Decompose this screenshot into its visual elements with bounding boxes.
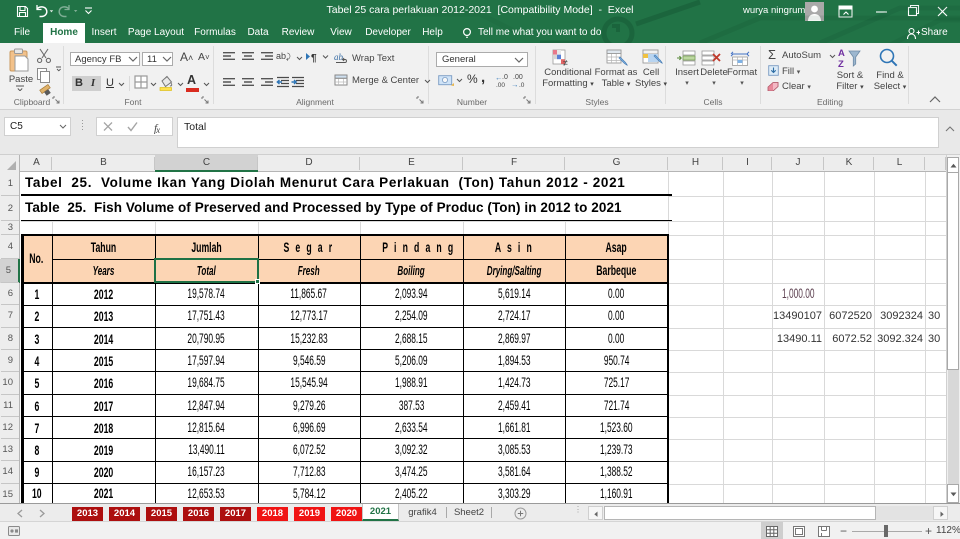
svg-text:ab: ab: [334, 52, 344, 62]
svg-text:.0: .0: [502, 74, 508, 81]
svg-text:≠: ≠: [563, 58, 568, 67]
svg-text:→: →: [511, 80, 519, 88]
svg-text:fx: fx: [154, 123, 160, 135]
svg-text:¶: ¶: [311, 53, 317, 63]
svg-text:.00: .00: [496, 82, 505, 88]
svg-text:.0: .0: [519, 82, 525, 88]
svg-text:A: A: [838, 48, 845, 59]
svg-text:Z: Z: [838, 59, 844, 69]
